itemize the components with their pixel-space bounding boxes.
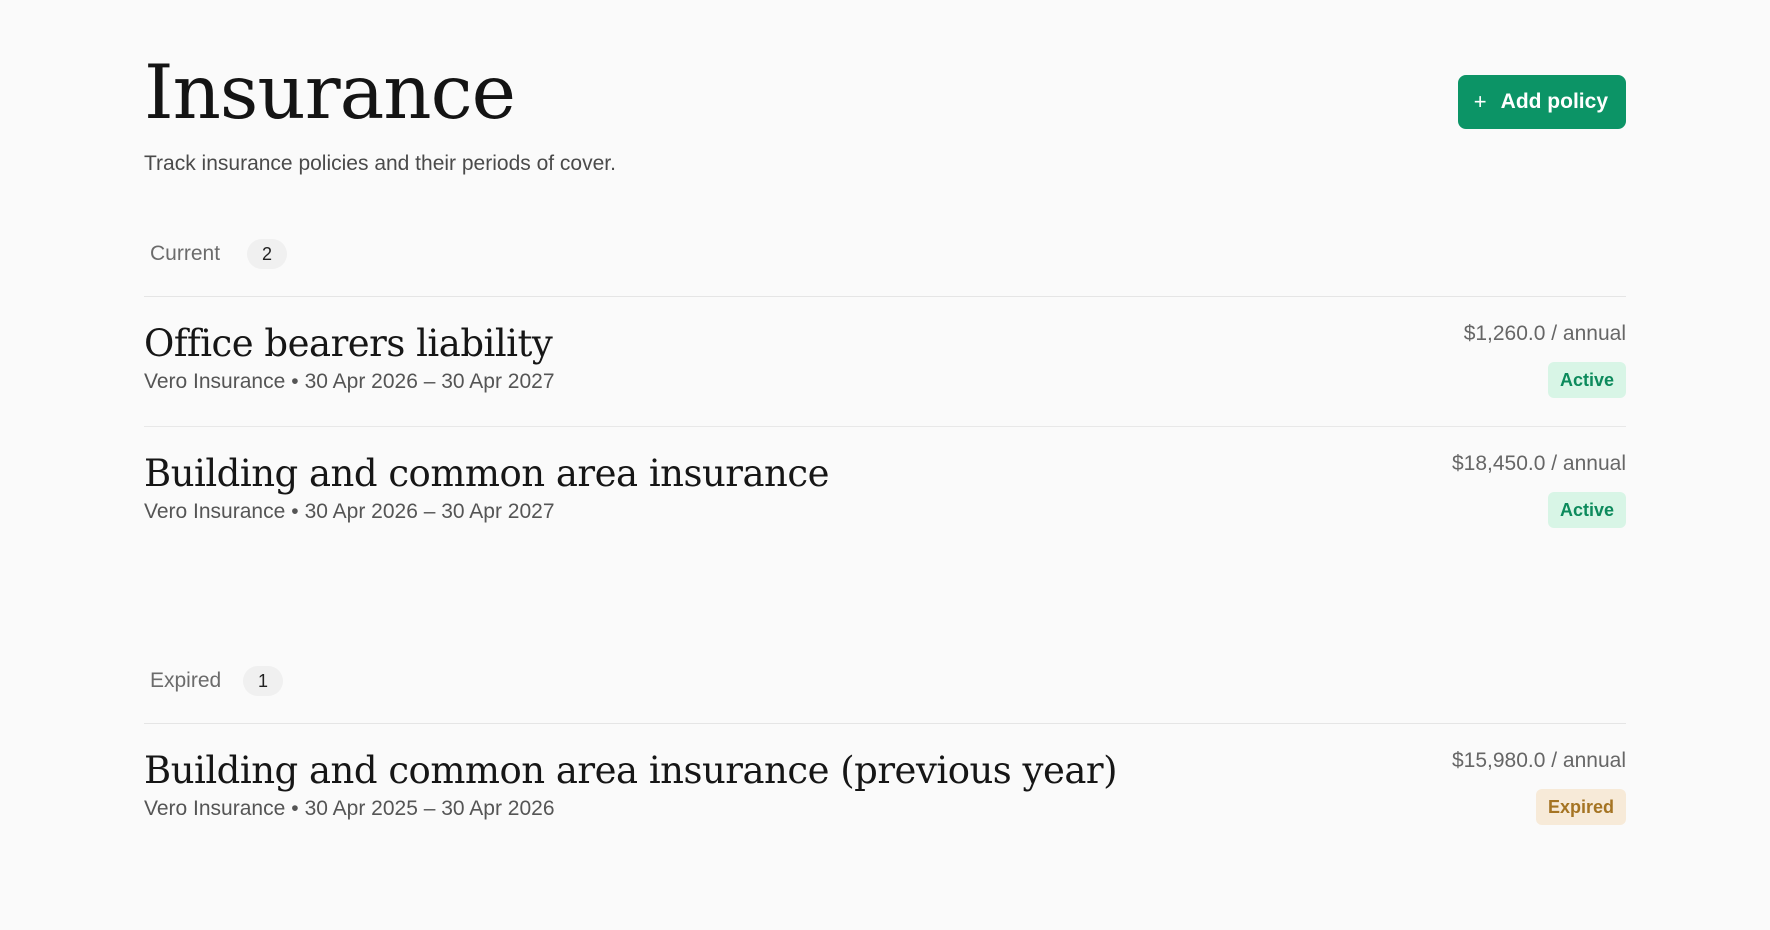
policy-insurer: Vero Insurance <box>144 370 286 393</box>
policy-insurer: Vero Insurance <box>144 500 286 523</box>
policy-meta: Vero Insurance • 30 Apr 2026 – 30 Apr 2027 <box>144 370 555 394</box>
policy-price: $1,260.0 / annual <box>1463 322 1626 345</box>
status-badge: Active <box>1547 362 1626 398</box>
policy-name: Office bearers liability <box>144 322 553 365</box>
separator-dot: • <box>291 797 299 820</box>
policy-name: Building and common area insurance (prev… <box>144 749 1118 792</box>
insurance-page: Insurance Track insurance policies and t… <box>144 0 1626 853</box>
status-badge: Active <box>1547 492 1626 528</box>
policy-period: 30 Apr 2026 – 30 Apr 2027 <box>304 500 555 523</box>
policy-name: Building and common area insurance <box>144 452 830 495</box>
section-header: Expired 1 <box>144 637 1626 724</box>
section-header: Current 2 <box>144 210 1626 297</box>
policy-row[interactable]: Building and common area insurance (prev… <box>144 724 1626 853</box>
page-title: Insurance <box>144 48 516 136</box>
policy-row[interactable]: Building and common area insurance Vero … <box>144 427 1626 556</box>
policy-price: $18,450.0 / annual <box>1452 452 1626 475</box>
plus-icon: + <box>1473 89 1487 114</box>
status-badge: Expired <box>1535 789 1626 825</box>
policy-period: 30 Apr 2025 – 30 Apr 2026 <box>304 797 555 820</box>
section-count-badge: 2 <box>247 239 287 269</box>
section-label: Current <box>150 242 221 265</box>
policy-meta: Vero Insurance • 30 Apr 2025 – 30 Apr 2026 <box>144 797 555 821</box>
policy-insurer: Vero Insurance <box>144 797 286 820</box>
separator-dot: • <box>291 500 299 523</box>
policy-period: 30 Apr 2026 – 30 Apr 2027 <box>304 370 555 393</box>
separator-dot: • <box>291 370 299 393</box>
section-current: Current 2 Office bearers liability Vero … <box>144 210 1626 556</box>
section-count-badge: 1 <box>243 666 283 696</box>
section-expired: Expired 1 Building and common area insur… <box>144 637 1626 853</box>
policy-price: $15,980.0 / annual <box>1452 749 1626 772</box>
page-header: Insurance Track insurance policies and t… <box>144 0 1626 210</box>
add-policy-label: Add policy <box>1500 90 1608 113</box>
policy-meta: Vero Insurance • 30 Apr 2026 – 30 Apr 2027 <box>144 500 555 524</box>
add-policy-button[interactable]: + Add policy <box>1457 75 1626 129</box>
policy-row[interactable]: Office bearers liability Vero Insurance •… <box>144 297 1626 427</box>
page-subtitle: Track insurance policies and their perio… <box>144 152 616 175</box>
section-label: Expired <box>150 669 222 692</box>
